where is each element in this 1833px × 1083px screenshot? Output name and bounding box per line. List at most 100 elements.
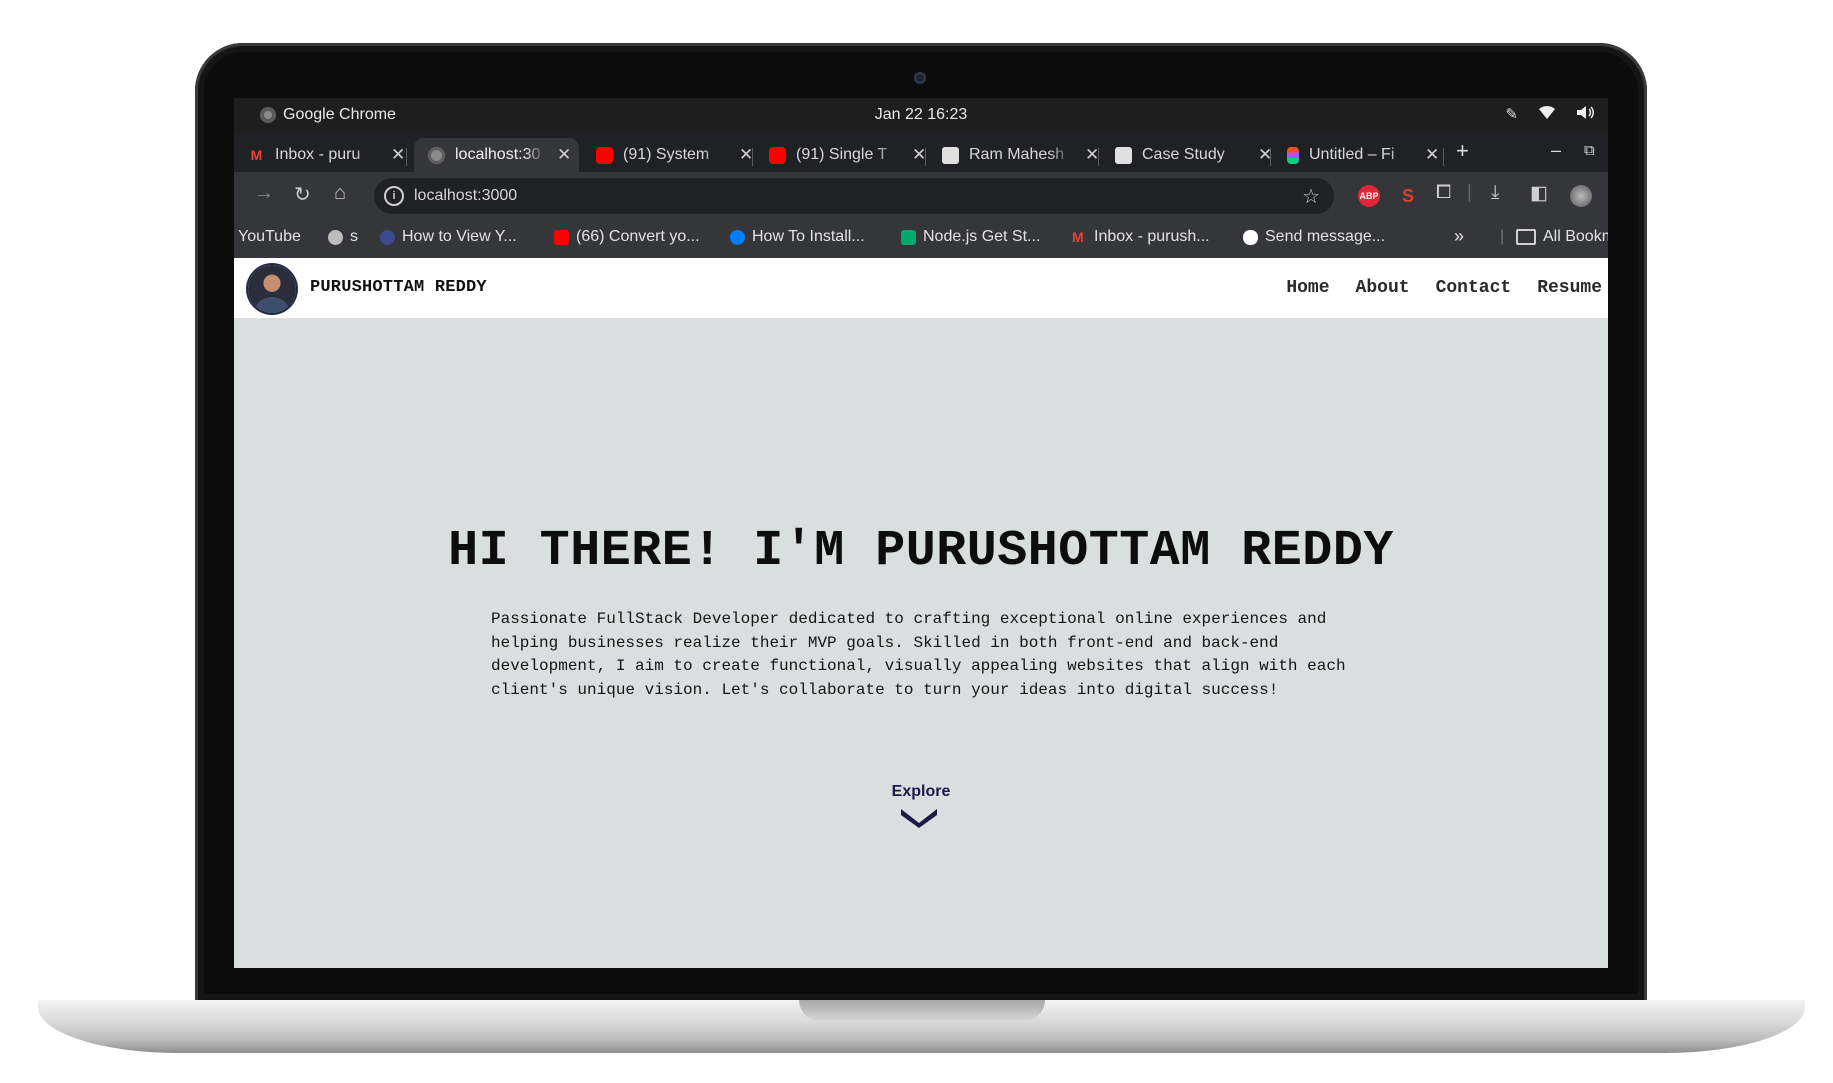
tab-title: (91) Single T	[796, 146, 888, 163]
close-icon[interactable]: ✕	[557, 145, 571, 165]
globe-icon	[328, 229, 343, 245]
pen-icon[interactable]: ✎	[1505, 105, 1518, 124]
nav-link-about[interactable]: About	[1356, 278, 1410, 298]
tab-separator	[1270, 148, 1271, 166]
bookmarks-divider: |	[1500, 228, 1505, 245]
tab-ram-mahesh[interactable]: Ram Mahesh ✕	[928, 138, 1099, 172]
gmail-icon: M	[1072, 228, 1084, 245]
home-icon[interactable]: ⌂	[334, 182, 346, 205]
w3-icon	[901, 229, 916, 245]
profile-icon	[1115, 146, 1132, 164]
nav-link-resume[interactable]: Resume	[1537, 278, 1602, 298]
tab-separator	[925, 148, 926, 166]
bookmark-label: YouTube	[238, 228, 301, 245]
url-text[interactable]: localhost:3000	[414, 187, 517, 205]
all-bookmarks-button[interactable]: All Bookm	[1516, 228, 1608, 246]
bookmarks-bar: YouTube s How to View Y... (66) Convert …	[234, 218, 1608, 258]
tab-title: Ram Mahesh	[969, 146, 1065, 163]
bookmarks-overflow-button[interactable]: »	[1454, 226, 1464, 247]
tab-separator	[1098, 148, 1099, 166]
chevron-down-icon[interactable]	[898, 804, 940, 830]
bookmark-item[interactable]: How To Install...	[730, 228, 865, 246]
new-tab-button[interactable]: +	[1456, 138, 1469, 164]
bookmark-item[interactable]: Send message...	[1243, 228, 1385, 246]
digitalocean-icon	[730, 229, 745, 245]
site-nav-links: Home About Contact Resume	[1286, 278, 1602, 298]
webpage-viewport: PURUSHOTTAM REDDY Home About Contact Res…	[234, 258, 1608, 968]
hero-description: Passionate FullStack Developer dedicated…	[491, 610, 1346, 699]
bookmark-label: (66) Convert yo...	[576, 228, 700, 245]
tab-inbox[interactable]: M Inbox - puru ✕	[234, 138, 406, 172]
reload-icon[interactable]: ↻	[294, 182, 311, 207]
system-tray[interactable]: ✎	[1505, 105, 1594, 124]
tab-title: localhost:30	[455, 146, 541, 163]
profile-icon	[942, 146, 959, 164]
tab-case-study[interactable]: Case Study ✕	[1101, 138, 1272, 172]
nav-link-contact[interactable]: Contact	[1436, 278, 1512, 298]
download-icon[interactable]: ⤓	[1491, 182, 1499, 204]
tab-localhost[interactable]: localhost:30 ✕	[414, 138, 579, 172]
figma-icon	[1287, 146, 1299, 164]
tab-separator	[406, 148, 407, 166]
bookmark-label: Send message...	[1265, 228, 1386, 245]
bookmark-label: s	[350, 228, 358, 245]
side-panel-icon[interactable]: ◧	[1530, 182, 1548, 205]
bookmark-label: Node.js Get St...	[923, 228, 1041, 245]
folder-icon	[1516, 229, 1536, 245]
nav-link-home[interactable]: Home	[1286, 278, 1329, 298]
tab-title: Untitled – Fi	[1309, 146, 1395, 163]
os-top-bar: Google Chrome Jan 22 16:23 ✎	[234, 98, 1608, 132]
forward-icon[interactable]: →	[254, 182, 274, 205]
globe-icon	[428, 146, 445, 164]
restore-icon[interactable]: ⧉	[1584, 142, 1595, 159]
tab-title: (91) System	[623, 146, 710, 163]
close-icon[interactable]: ✕	[1425, 145, 1439, 165]
extensions-icon[interactable]: ⧠	[1436, 182, 1451, 204]
close-icon[interactable]: ✕	[391, 145, 405, 165]
bookmark-item[interactable]: M Inbox - purush...	[1072, 228, 1210, 246]
bookmark-star-icon[interactable]: ☆	[1302, 184, 1320, 209]
bookmark-label: How to View Y...	[402, 228, 517, 245]
bookmark-label: Inbox - purush...	[1094, 228, 1210, 245]
address-bar[interactable]: i localhost:3000 ☆	[374, 178, 1334, 214]
bookmark-item[interactable]: (66) Convert yo...	[554, 228, 700, 246]
tab-strip: M Inbox - puru ✕ localhost:30 ✕ (91) Sys…	[234, 132, 1608, 172]
avatar[interactable]	[248, 265, 296, 313]
youtube-icon	[596, 146, 613, 164]
bookmark-item[interactable]: Node.js Get St...	[901, 228, 1040, 246]
youtube-icon	[554, 229, 569, 245]
tab-title: Case Study	[1142, 146, 1225, 163]
medium-icon	[1243, 229, 1258, 245]
site-brand[interactable]: PURUSHOTTAM REDDY	[310, 278, 487, 297]
extension-s-icon[interactable]: S	[1397, 185, 1419, 207]
all-bookmarks-label: All Bookm	[1543, 228, 1608, 245]
avatar-shirt	[256, 297, 288, 313]
bookmark-label: How To Install...	[752, 228, 865, 245]
youtube-icon	[769, 146, 786, 164]
site-navbar: PURUSHOTTAM REDDY Home About Contact Res…	[234, 258, 1608, 318]
tab-youtube-system[interactable]: (91) System ✕	[582, 138, 753, 172]
tab-separator	[1443, 148, 1444, 166]
adblock-icon[interactable]: ABP	[1358, 185, 1380, 207]
volume-icon[interactable]	[1576, 105, 1594, 124]
webcam	[914, 72, 926, 84]
tab-title: Inbox - puru	[275, 146, 361, 163]
toolbar-divider: |	[1467, 182, 1472, 203]
hero-title: HI THERE! I'M PURUSHOTTAM REDDY	[448, 523, 1394, 580]
minimize-icon[interactable]: –	[1551, 140, 1561, 161]
bookmark-item[interactable]: YouTube	[238, 228, 301, 246]
laptop-notch	[799, 1000, 1045, 1021]
explore-label[interactable]: Explore	[234, 783, 1608, 801]
os-clock[interactable]: Jan 22 16:23	[234, 106, 1608, 124]
profile-avatar-icon[interactable]	[1570, 185, 1592, 207]
bookmark-item[interactable]: s	[328, 228, 358, 246]
browser-toolbar: → ↻ ⌂ i localhost:3000 ☆ ABP S ⧠ | ⤓ ◧	[234, 172, 1608, 218]
gmail-icon: M	[250, 146, 263, 163]
tab-figma[interactable]: Untitled – Fi ✕	[1273, 138, 1439, 172]
site-info-icon[interactable]: i	[384, 186, 404, 206]
tab-separator	[752, 148, 753, 166]
screen: Google Chrome Jan 22 16:23 ✎ M Inbox - p…	[234, 98, 1608, 968]
tab-youtube-single[interactable]: (91) Single T ✕	[755, 138, 926, 172]
wifi-icon[interactable]	[1538, 105, 1556, 124]
bookmark-item[interactable]: How to View Y...	[380, 228, 517, 246]
